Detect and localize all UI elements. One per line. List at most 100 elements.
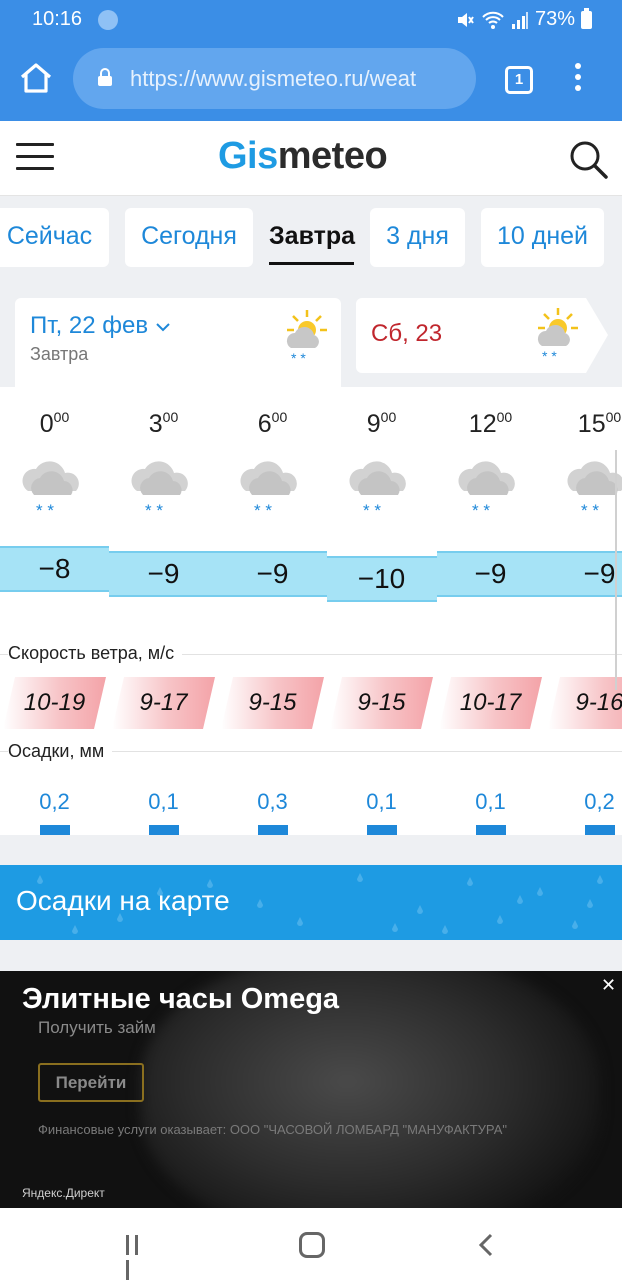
svg-text:* *: * * xyxy=(363,501,381,520)
precip-bar xyxy=(476,825,506,835)
logo-part-2: meteo xyxy=(277,135,388,177)
hour-label: 1200 xyxy=(468,409,513,438)
day-card-next[interactable]: Сб, 23 * * xyxy=(356,298,608,373)
scroll-indicator xyxy=(615,450,617,690)
status-time: 10:16 xyxy=(32,8,83,30)
precip-value: 0,2 xyxy=(39,789,70,814)
partly-cloudy-snow-icon: * * xyxy=(537,308,578,362)
tab-today[interactable]: Сегодня xyxy=(125,208,253,267)
precip-value: 0,1 xyxy=(475,789,506,814)
chevron-down-icon xyxy=(156,323,170,332)
day-card-current[interactable]: Пт, 22 фев Завтра * * xyxy=(15,298,341,387)
map-banner-label: Осадки на карте xyxy=(16,885,230,916)
hour-label: 300 xyxy=(148,409,179,438)
site-header: Gismeteo xyxy=(0,121,622,196)
precip-section-label: Осадки, мм xyxy=(8,741,113,762)
wind-value: 9-17 xyxy=(139,689,188,716)
tab-3-days[interactable]: 3 дня xyxy=(370,208,465,267)
svg-text:* *: * * xyxy=(145,501,163,520)
precip-bar xyxy=(585,825,615,835)
svg-text:* *: * * xyxy=(542,348,557,362)
wind-value: 9-15 xyxy=(357,689,406,716)
close-icon[interactable]: ✕ xyxy=(601,975,616,996)
ad-title[interactable]: Элитные часы Omega xyxy=(22,983,339,1016)
precip-value: 0,3 xyxy=(257,789,288,814)
ad-source[interactable]: Яндекс.Директ xyxy=(22,1186,105,1200)
wind-value: 10-19 xyxy=(23,689,86,716)
recent-apps-icon[interactable] xyxy=(126,1235,150,1280)
day-label: Завтра xyxy=(30,344,89,364)
hourly-forecast: 000 300 600 900 1200 1500 * * * * * * * … xyxy=(0,387,622,835)
hour-label: 600 xyxy=(257,409,288,438)
wifi-icon xyxy=(482,11,504,29)
battery-percent: 73% xyxy=(534,8,575,30)
ad-go-button[interactable]: Перейти xyxy=(38,1063,144,1102)
cloud-snow-icon: * * xyxy=(458,461,515,520)
search-icon[interactable] xyxy=(566,137,610,181)
spacer xyxy=(0,835,622,865)
tab-10-days[interactable]: 10 дней xyxy=(481,208,604,267)
mute-icon xyxy=(457,12,474,27)
system-nav-bar xyxy=(0,1208,622,1280)
gismeteo-logo[interactable]: Gismeteo xyxy=(218,135,388,178)
status-bar: 10:16 73% xyxy=(0,0,622,40)
wind-section-label: Скорость ветра, м/с xyxy=(8,643,183,664)
svg-text:* *: * * xyxy=(254,501,272,520)
cloud-snow-icon: * * xyxy=(131,461,188,520)
url-text: https://www.gismeteo.ru/weat xyxy=(130,66,417,91)
tab-switcher-button[interactable]: 1 xyxy=(505,66,533,94)
precip-map-banner[interactable]: Осадки на карте xyxy=(0,865,622,940)
address-bar[interactable]: https://www.gismeteo.ru/weat xyxy=(73,48,476,109)
cloud-snow-icon: * * xyxy=(22,461,79,520)
wind-value: 9-16 xyxy=(575,689,622,716)
tab-now[interactable]: Сейчас xyxy=(0,208,109,267)
precip-value: 0,1 xyxy=(148,789,179,814)
precip-bar xyxy=(149,825,179,835)
hour-label: 900 xyxy=(366,409,397,438)
temp-value: −9 xyxy=(474,558,507,589)
cloud-snow-icon: * * xyxy=(240,461,297,520)
wind-value: 10-17 xyxy=(459,689,522,716)
logo-part-1: Gis xyxy=(218,135,278,177)
temp-value: −9 xyxy=(147,558,180,589)
back-icon[interactable] xyxy=(476,1232,496,1258)
lock-icon xyxy=(98,68,112,86)
svg-text:* *: * * xyxy=(36,501,54,520)
battery-icon xyxy=(581,7,592,29)
browser-chrome: 10:16 73% https://www.gismeteo.ru/weat 1 xyxy=(0,0,622,121)
cloud-snow-icon: * * xyxy=(349,461,406,520)
ad-legal-text: Финансовые услуги оказывает: ООО "ЧАСОВО… xyxy=(38,1122,508,1137)
wind-value: 9-15 xyxy=(248,689,297,716)
temp-value: −9 xyxy=(583,558,616,589)
ad-subtitle: Получить займ xyxy=(38,1018,156,1037)
precip-bar xyxy=(367,825,397,835)
status-icons: 73% xyxy=(455,7,592,31)
partly-cloudy-snow-icon: * * xyxy=(286,310,327,364)
temp-value: −9 xyxy=(256,558,289,589)
signal-icon xyxy=(511,11,528,29)
spacer xyxy=(0,940,622,971)
advertisement[interactable]: Элитные часы Omega Получить займ Перейти… xyxy=(0,971,622,1208)
day-date-next: Сб, 23 xyxy=(371,320,443,347)
more-menu-icon[interactable] xyxy=(572,63,584,95)
day-date: Пт, 22 фев xyxy=(30,312,171,340)
period-tabs: Сейчас Сегодня Завтра 3 дня 10 дней xyxy=(0,196,622,281)
shazam-icon xyxy=(98,10,118,30)
precip-bar xyxy=(258,825,288,835)
cloud-snow-icon: * * xyxy=(567,461,622,520)
precip-bar xyxy=(40,825,70,835)
precip-value: 0,1 xyxy=(366,789,397,814)
day-selector: Пт, 22 фев Завтра * * Сб, 23 * * xyxy=(0,281,622,387)
menu-icon[interactable] xyxy=(16,143,54,171)
hour-label: 1500 xyxy=(577,409,622,438)
temp-value: −10 xyxy=(357,563,406,594)
hour-label: 000 xyxy=(39,409,70,438)
temp-value: −8 xyxy=(38,553,71,584)
svg-text:* *: * * xyxy=(472,501,490,520)
svg-text:* *: * * xyxy=(581,501,599,520)
svg-text:* *: * * xyxy=(291,350,306,364)
precip-value: 0,2 xyxy=(584,789,615,814)
home-icon[interactable] xyxy=(18,60,54,96)
home-button-icon[interactable] xyxy=(299,1232,325,1258)
tab-tomorrow[interactable]: Завтра xyxy=(269,208,355,267)
